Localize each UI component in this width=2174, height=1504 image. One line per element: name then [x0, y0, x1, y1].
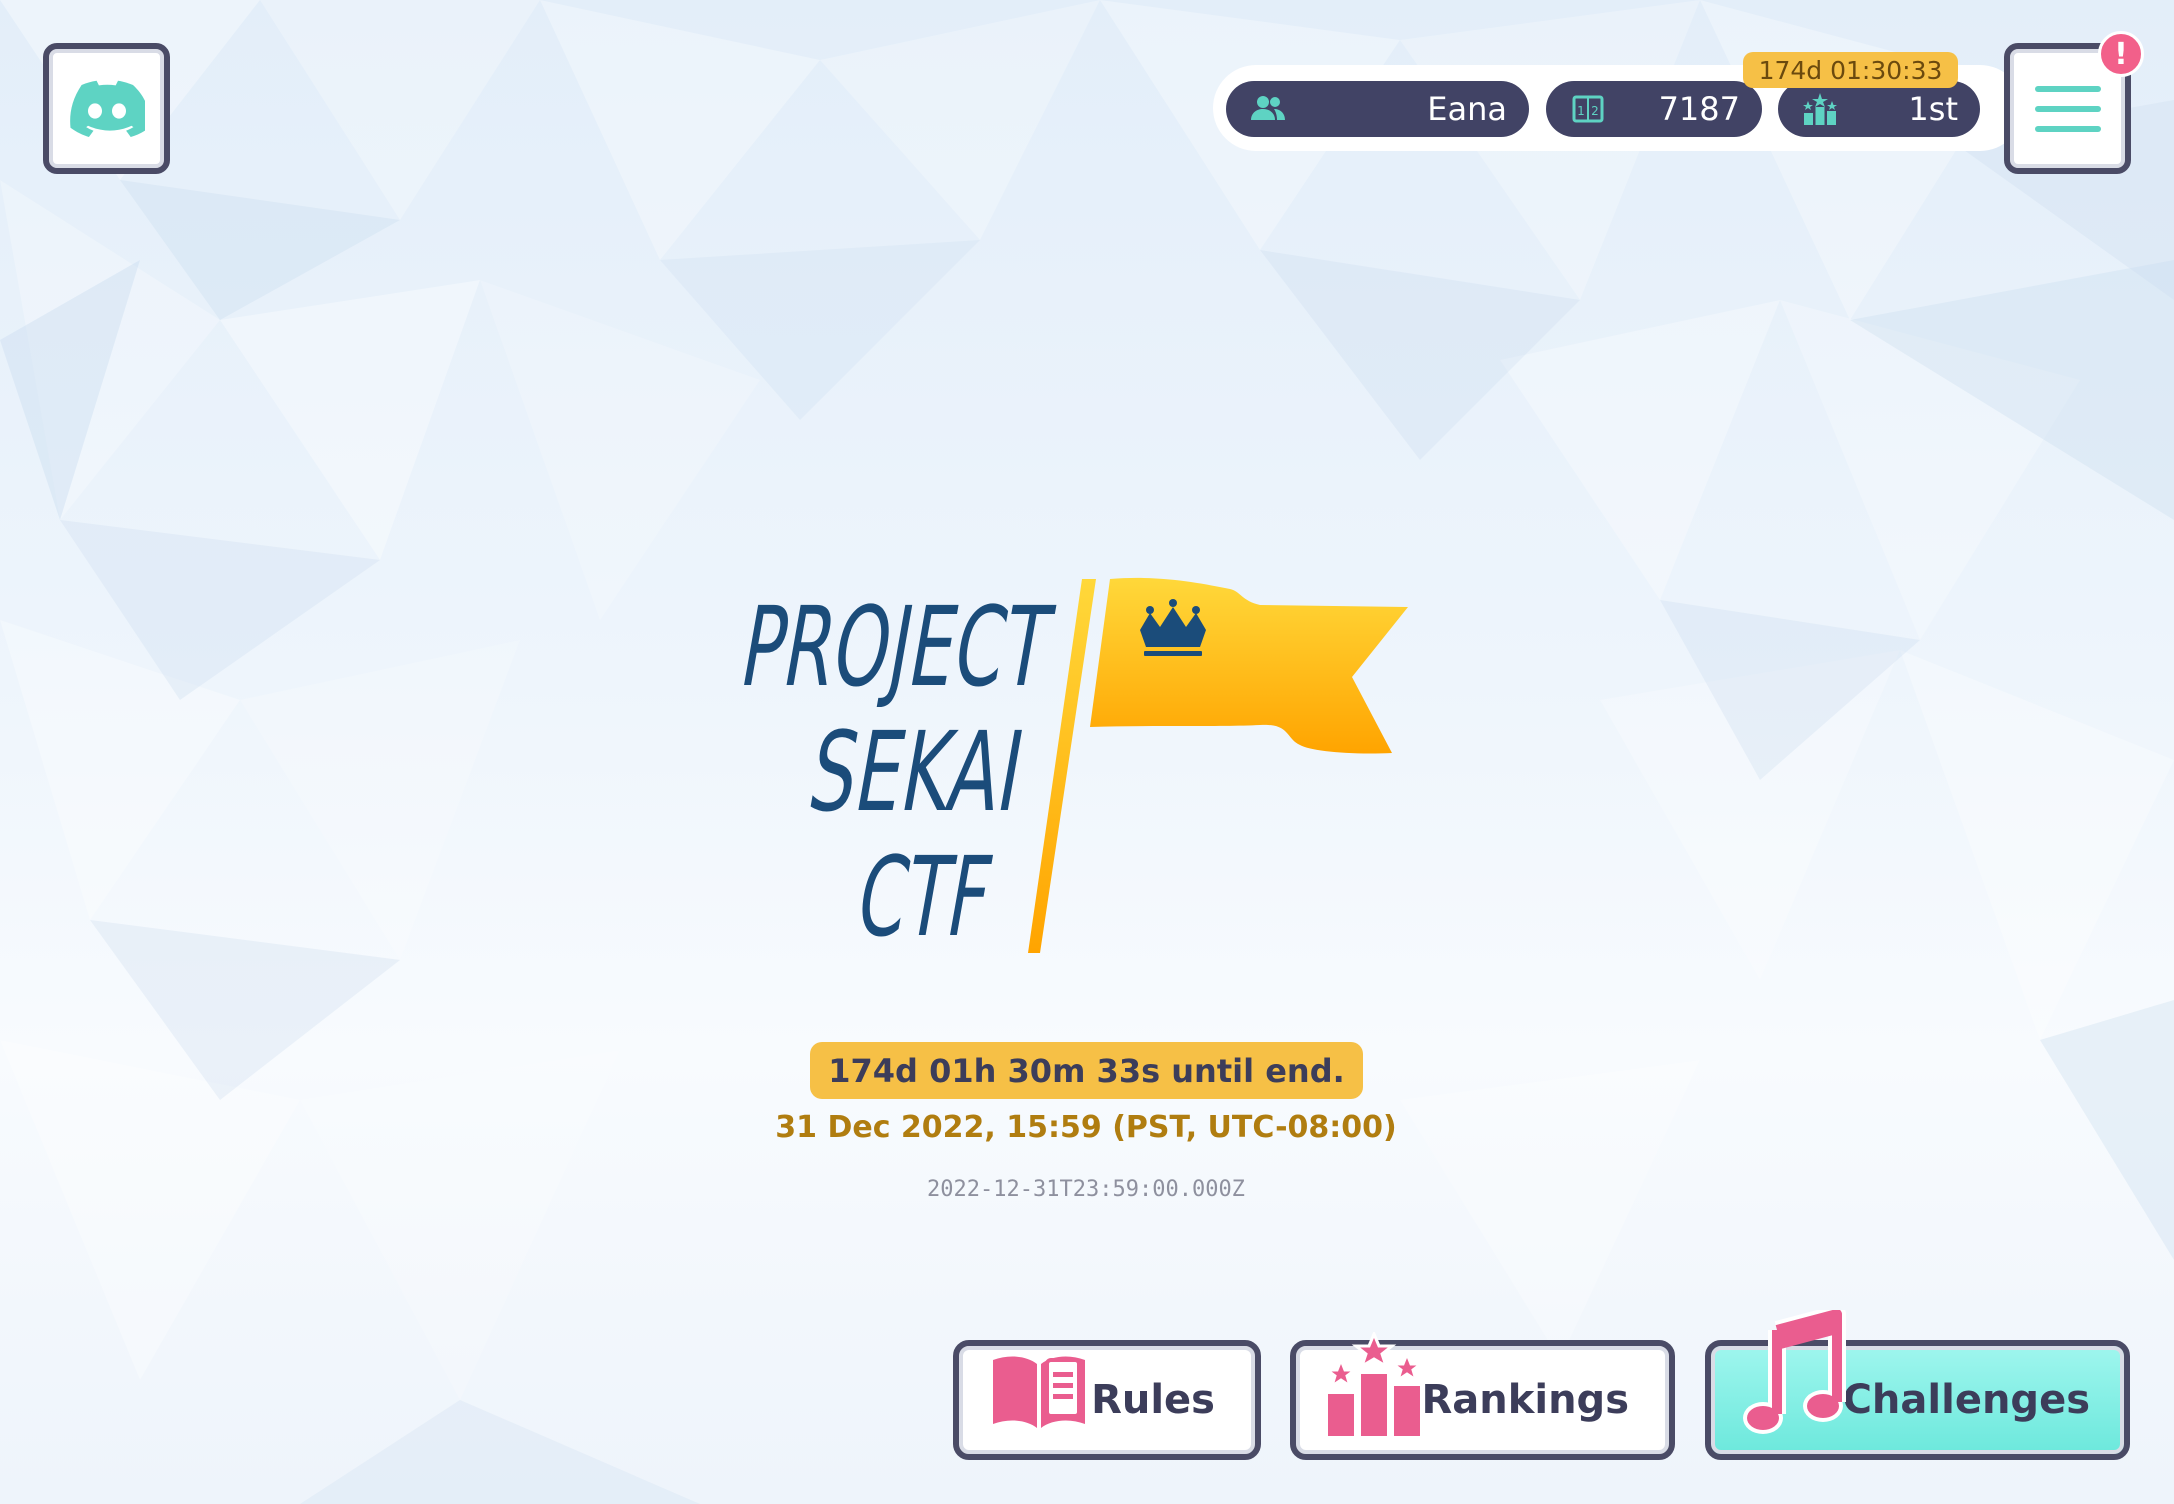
scoreboard-icon: 1 2 — [1572, 95, 1604, 123]
rankings-button[interactable]: Rankings — [1290, 1332, 1675, 1460]
team-pill[interactable]: Eana — [1226, 81, 1529, 137]
discord-icon — [69, 80, 145, 137]
hamburger-menu-icon — [2034, 85, 2101, 132]
logo-line-ctf: CTF — [848, 834, 1001, 962]
logo-line-project: PROJECT — [740, 584, 1061, 712]
score-value: 7187 — [1658, 90, 1740, 128]
podium-icon — [1324, 1332, 1424, 1436]
rules-label: Rules — [1091, 1377, 1215, 1423]
discord-button[interactable] — [43, 43, 170, 174]
svg-text:2: 2 — [1591, 104, 1599, 118]
end-time-local: 31 Dec 2022, 15:59 (PST, UTC-08:00) — [775, 1110, 1397, 1145]
timer-chip: 174d 01:30:33 — [1743, 52, 1958, 88]
challenges-label: Challenges — [1842, 1377, 2090, 1423]
end-time-iso: 2022-12-31T23:59:00.000Z — [927, 1177, 1245, 1202]
project-sekai-ctf-logo: PROJECT SEKAI CTF — [740, 577, 1408, 962]
open-book-icon — [993, 1356, 1085, 1428]
rank-value: 1st — [1908, 90, 1958, 128]
team-name: Eana — [1427, 90, 1507, 128]
score-pill[interactable]: 1 2 7187 — [1546, 81, 1762, 137]
rank-pill[interactable]: 1st — [1778, 81, 1980, 137]
challenges-button[interactable]: Challenges — [1705, 1310, 2130, 1460]
team-users-icon — [1251, 96, 1285, 120]
countdown-banner: 174d 01h 30m 33s until end. — [810, 1042, 1363, 1099]
logo-line-sekai: SEKAI — [800, 709, 1033, 837]
notification-badge: ! — [2098, 31, 2144, 77]
music-note-icon — [1743, 1310, 1846, 1434]
rules-button[interactable]: Rules — [953, 1340, 1261, 1460]
svg-text:1: 1 — [1577, 104, 1585, 118]
rankings-label: Rankings — [1421, 1377, 1630, 1423]
podium-stars-icon — [1803, 93, 1837, 125]
